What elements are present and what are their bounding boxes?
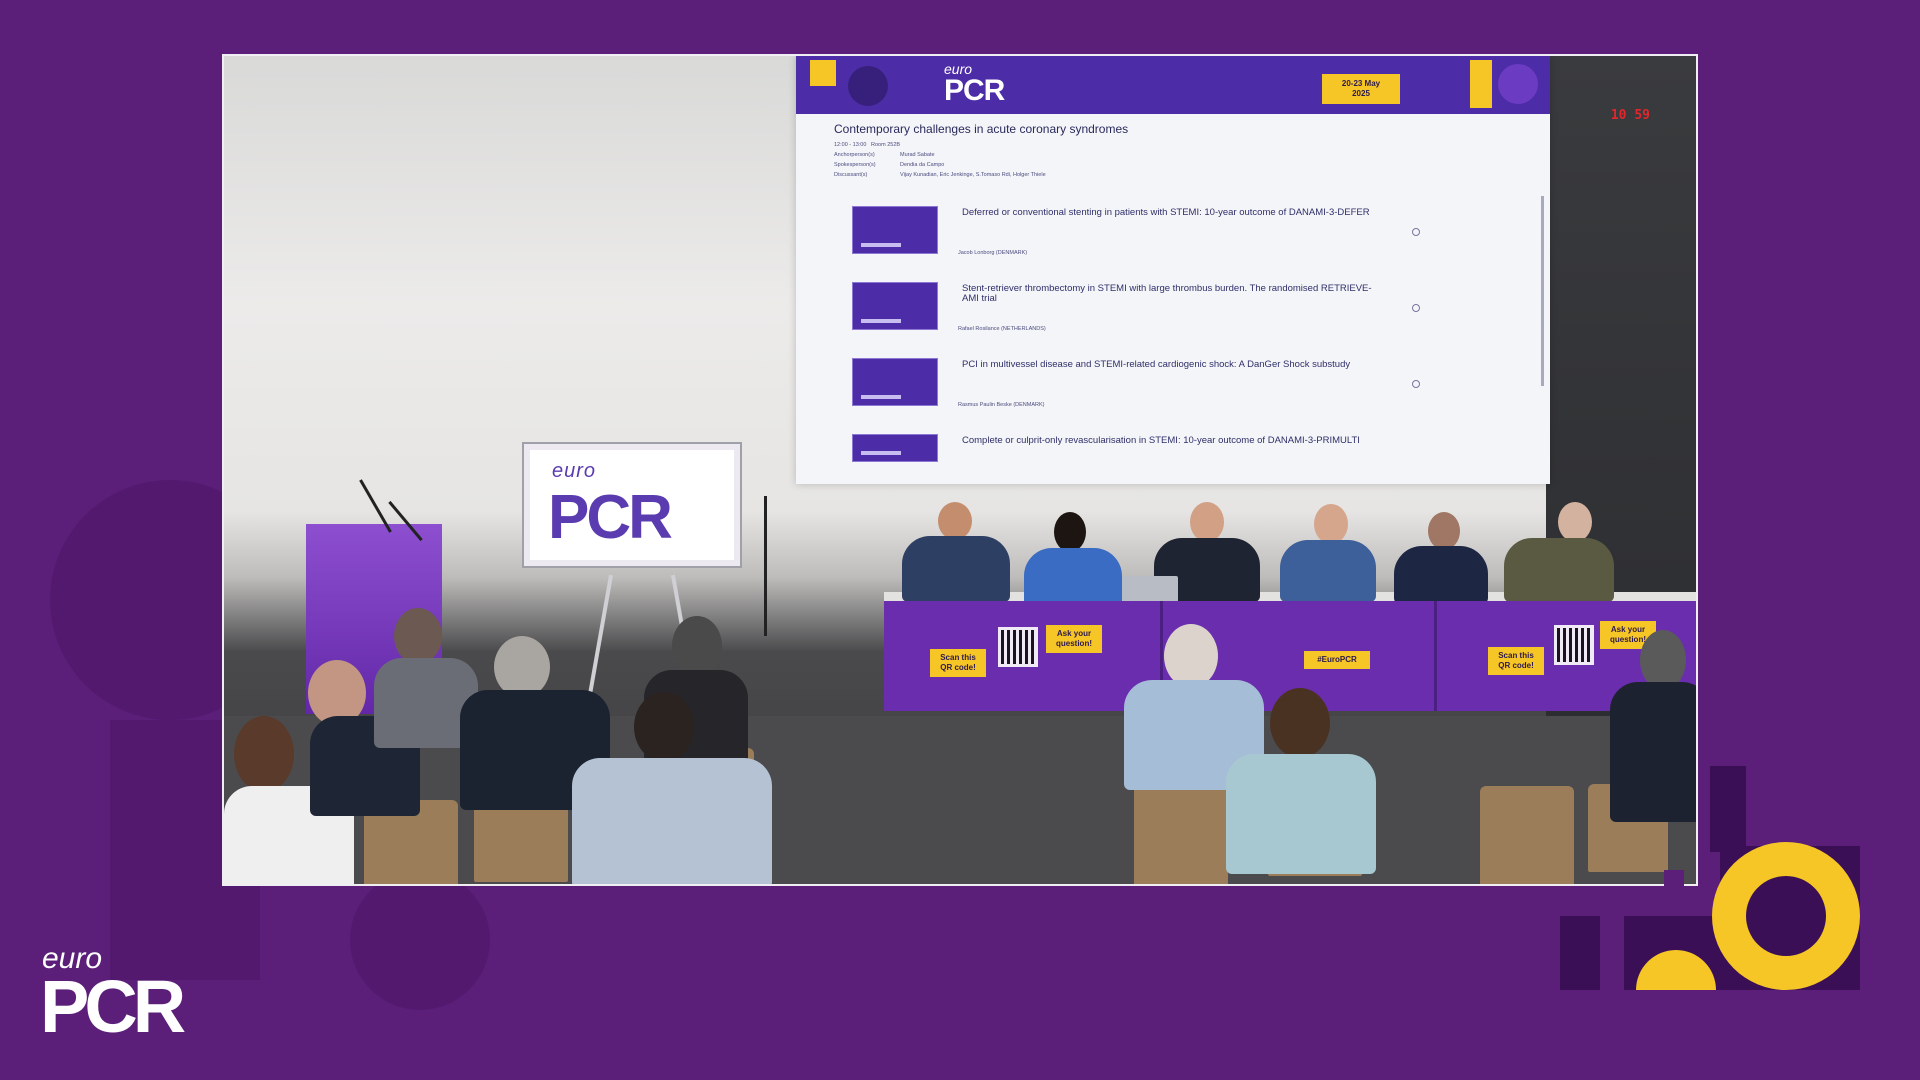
talk-title: Complete or culprit-only revascularisati…: [962, 435, 1360, 446]
scan-qr-sign: Scan this QR code!: [930, 649, 986, 677]
meta-role: Spokesperson(s): [834, 162, 876, 168]
deco-circle: [1498, 64, 1538, 104]
deco-circle: [848, 66, 888, 106]
meta-role: Anchorperson(s): [834, 152, 875, 158]
microphone: [764, 496, 767, 636]
video-frame: 10 59 euro PCR 20-23 May 2025 Contempora…: [222, 54, 1698, 886]
talk-thumbnail: [852, 434, 938, 462]
talk-thumbnail: [852, 206, 938, 254]
ask-label-line1: Ask your: [1610, 625, 1646, 634]
session-title: Contemporary challenges in acute coronar…: [834, 122, 1129, 136]
play-icon[interactable]: [1412, 228, 1420, 236]
meta-names: Murad Sabate: [900, 152, 935, 158]
stage-sign: euro PCR: [524, 444, 740, 566]
scan-label-line1: Scan this: [1498, 651, 1534, 660]
deco-square: [810, 60, 836, 86]
talk-title: Stent-retriever thrombectomy in STEMI wi…: [962, 283, 1372, 304]
scan-label-line1: Scan this: [940, 653, 976, 662]
talk-item[interactable]: Complete or culprit-only revascularisati…: [852, 434, 1492, 474]
ask-label-line2: question!: [1056, 639, 1092, 648]
talk-thumbnail: [852, 358, 938, 406]
scan-qr-sign: Scan this QR code!: [1488, 647, 1544, 675]
slide-scrollbar[interactable]: [1541, 196, 1544, 386]
scan-label-line2: QR code!: [940, 663, 976, 672]
talk-speaker: Rasmus Paulin Beske (DENMARK): [958, 402, 1045, 408]
slide-header: euro PCR 20-23 May 2025: [796, 56, 1550, 114]
slide-logo-large: PCR: [944, 74, 1005, 107]
talk-item[interactable]: Stent-retriever thrombectomy in STEMI wi…: [852, 282, 1492, 342]
meta-role: Discussant(s): [834, 172, 868, 178]
europcr-logo-large: PCR: [40, 965, 186, 1048]
deco-square: [1470, 60, 1492, 108]
meta-names: Dendia da Campo: [900, 162, 945, 168]
europcr-logo: euro PCR: [40, 944, 186, 1048]
meta-names: Vijay Kunadian, Eric Jenkinge, S.Tomaso …: [900, 172, 1046, 178]
laptop: [1122, 576, 1178, 602]
hashtag-sign: #EuroPCR: [1304, 651, 1370, 669]
talk-title: Deferred or conventional stenting in pat…: [962, 207, 1370, 218]
talk-title: PCI in multivessel disease and STEMI-rel…: [962, 359, 1351, 370]
talk-thumbnail: [852, 282, 938, 330]
chair: [1134, 776, 1228, 884]
talk-item[interactable]: PCI in multivessel disease and STEMI-rel…: [852, 358, 1492, 418]
date-chip-line1: 20-23 May: [1341, 79, 1381, 88]
session-room: Room 252B: [871, 142, 901, 148]
session-time: 12:00 - 13:00: [834, 142, 867, 148]
date-chip-line2: 2025: [1352, 89, 1370, 98]
table-divider: [1434, 601, 1437, 711]
stage-sign-small: euro: [552, 460, 597, 482]
play-icon[interactable]: [1412, 380, 1420, 388]
qr-code: [1554, 625, 1594, 665]
ask-question-sign: Ask your question!: [1046, 625, 1102, 653]
date-chip: 20-23 May 2025: [1322, 74, 1400, 104]
slide-logo: euro PCR: [944, 62, 1005, 107]
scan-label-line2: QR code!: [1498, 661, 1534, 670]
talk-speaker: Rafael Rosilance (NETHERLANDS): [958, 326, 1046, 332]
ask-label-line1: Ask your: [1056, 629, 1092, 638]
talk-speaker: Jacob Lonborg (DENMARK): [958, 250, 1028, 256]
clock-display: 10 59: [1610, 108, 1650, 123]
talk-item[interactable]: Deferred or conventional stenting in pat…: [852, 206, 1492, 266]
stage-sign-large: PCR: [548, 483, 673, 552]
decorative-art: [1560, 766, 1860, 990]
session-meta: 12:00 - 13:00 Room 252B Anchorperson(s) M…: [834, 140, 1046, 180]
qr-code: [998, 627, 1038, 667]
projection-screen: euro PCR 20-23 May 2025 Contemporary cha…: [796, 56, 1550, 484]
play-icon[interactable]: [1412, 304, 1420, 312]
